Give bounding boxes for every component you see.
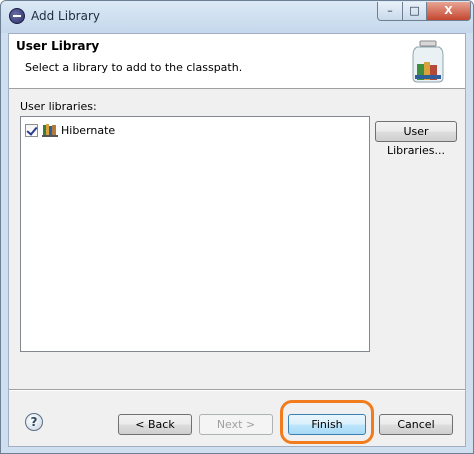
add-library-dialog: Add Library – □ X User Library Select a … [0,0,474,454]
next-button: Next > [199,414,273,435]
page-description: Select a library to add to the classpath… [25,61,243,74]
page-title: User Library [16,39,100,53]
window-title: Add Library [31,9,101,23]
maximize-button[interactable]: □ [402,2,427,21]
back-button[interactable]: < Back [118,414,192,435]
title-bar[interactable]: Add Library – □ X [1,1,473,33]
wizard-banner: User Library Select a library to add to … [9,34,465,89]
library-checkbox[interactable] [25,123,38,137]
list-item[interactable]: Hibernate [25,122,115,138]
eclipse-app-icon [9,8,25,24]
close-button[interactable]: X [426,2,471,21]
library-icon [42,124,58,137]
footer-divider [9,389,465,391]
user-libraries-list[interactable]: Hibernate [20,116,370,352]
library-jar-icon [412,40,444,83]
user-libraries-label: User libraries: [20,100,97,113]
user-libraries-button[interactable]: User Libraries... [375,121,457,157]
finish-highlight-annotation [280,400,374,444]
dialog-body: User Library Select a library to add to … [8,33,466,447]
library-label: Hibernate [61,123,116,137]
minimize-button[interactable]: – [377,2,403,21]
cancel-button[interactable]: Cancel [379,414,453,435]
help-icon[interactable]: ? [25,413,43,431]
